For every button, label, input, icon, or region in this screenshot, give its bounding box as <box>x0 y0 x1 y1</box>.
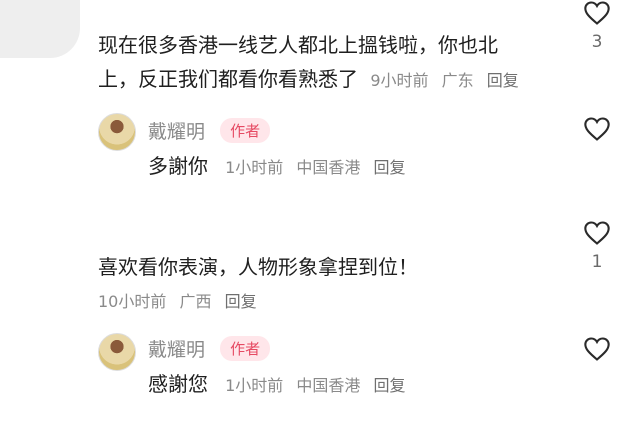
comment-location: 广东 <box>441 71 474 90</box>
reply-text: 感謝您 <box>148 372 208 396</box>
comment-time: 10小时前 <box>98 292 167 311</box>
avatar[interactable] <box>98 113 136 151</box>
reply-body: 多謝你 1小时前 中国香港 回复 <box>148 150 414 179</box>
reply-location: 中国香港 <box>296 158 361 177</box>
heart-icon <box>584 221 610 245</box>
reply-body: 感謝您 1小时前 中国香港 回复 <box>148 368 414 397</box>
author-badge: 作者 <box>220 336 271 361</box>
reply-author-row: 戴耀明 作者 <box>148 117 271 144</box>
comment-meta: 10小时前 广西 回复 <box>98 288 265 312</box>
heart-icon <box>584 337 610 361</box>
reply-button[interactable]: 回复 <box>225 292 257 311</box>
comment-text: 喜欢看你表演，人物形象拿捏到位！ <box>98 255 418 279</box>
comment-location: 广西 <box>179 292 212 311</box>
reply-location: 中国香港 <box>296 376 361 395</box>
reply-author-row: 戴耀明 作者 <box>148 335 271 362</box>
avatar[interactable] <box>98 333 136 371</box>
author-badge: 作者 <box>220 118 271 143</box>
previous-avatar-fragment <box>0 0 80 58</box>
like-button[interactable]: 1 <box>577 220 617 272</box>
comment-text: 现在很多香港一线艺人都北上搵钱啦，你也北 上，反正我们都看你看熟悉了 9小时前 … <box>98 33 519 91</box>
reply-time: 1小时前 <box>225 158 284 177</box>
comment-time: 9小时前 <box>370 71 429 90</box>
heart-icon <box>584 117 610 141</box>
reply-button[interactable]: 回复 <box>487 71 519 90</box>
reply-button[interactable]: 回复 <box>373 376 405 395</box>
like-button[interactable] <box>577 116 617 146</box>
author-name[interactable]: 戴耀明 <box>148 121 205 143</box>
reply-button[interactable]: 回复 <box>373 158 405 177</box>
like-button[interactable]: 3 <box>577 0 617 52</box>
author-name[interactable]: 戴耀明 <box>148 339 205 361</box>
heart-icon <box>584 1 610 25</box>
reply-time: 1小时前 <box>225 376 284 395</box>
like-count: 3 <box>591 32 603 52</box>
reply-text: 多謝你 <box>148 154 208 178</box>
like-count: 1 <box>591 252 603 272</box>
like-button[interactable] <box>577 336 617 366</box>
